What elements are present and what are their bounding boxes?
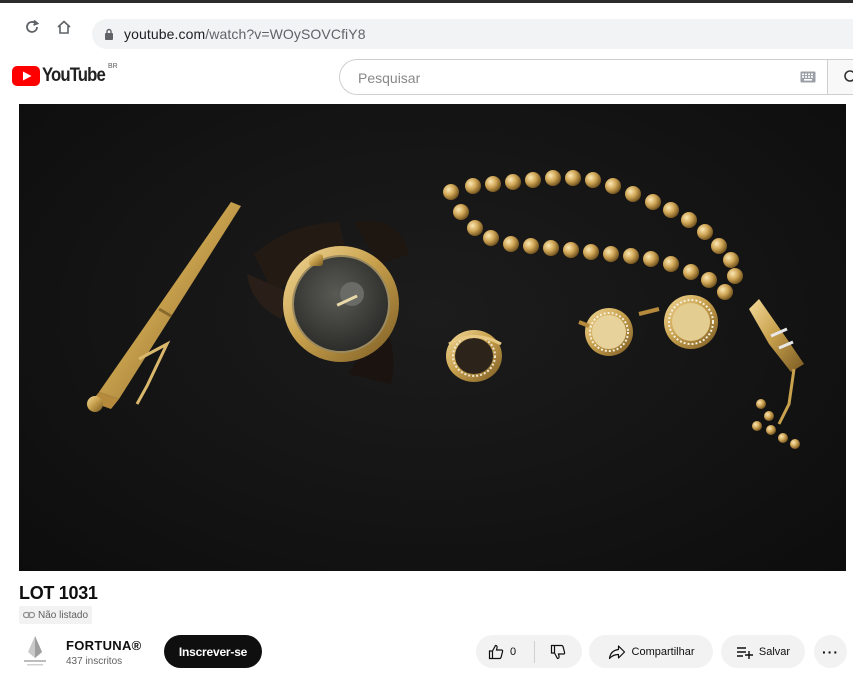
save-button[interactable]: Salvar bbox=[721, 635, 805, 668]
more-icon: ··· bbox=[822, 643, 839, 660]
browser-toolbar: youtube.com/watch?v=WOySOVCfiY8 bbox=[0, 3, 853, 51]
unlisted-badge: Não listado bbox=[19, 606, 93, 624]
video-title: LOT 1031 bbox=[19, 583, 98, 603]
save-icon bbox=[736, 646, 753, 659]
video-frame bbox=[87, 170, 804, 449]
like-dislike-group: 0 bbox=[476, 635, 582, 668]
share-button[interactable]: Compartilhar bbox=[589, 635, 713, 668]
keyboard-icon[interactable] bbox=[800, 71, 816, 83]
youtube-header: YouTube BR bbox=[0, 51, 853, 101]
like-count: 0 bbox=[510, 645, 517, 658]
address-bar[interactable]: youtube.com/watch?v=WOySOVCfiY8 bbox=[92, 19, 853, 49]
search-box bbox=[339, 59, 827, 96]
home-button[interactable] bbox=[54, 17, 74, 37]
share-icon bbox=[608, 644, 625, 659]
channel-name[interactable]: FORTUNA® bbox=[66, 638, 142, 653]
lock-icon bbox=[102, 27, 116, 41]
home-icon bbox=[57, 20, 71, 34]
search-input[interactable] bbox=[356, 60, 780, 96]
reload-icon bbox=[26, 19, 40, 33]
like-icon bbox=[488, 644, 504, 659]
share-label: Compartilhar bbox=[631, 645, 695, 658]
youtube-wordmark: YouTube bbox=[42, 65, 106, 86]
save-label: Salvar bbox=[758, 645, 791, 658]
prayer-beads bbox=[443, 170, 804, 449]
gold-ring bbox=[446, 330, 502, 382]
search-icon bbox=[844, 70, 853, 82]
search-button[interactable] bbox=[827, 59, 853, 95]
reload-button[interactable] bbox=[22, 17, 42, 37]
cufflinks bbox=[578, 295, 718, 356]
subscriber-count: 437 inscritos bbox=[66, 656, 123, 667]
dislike-button[interactable] bbox=[535, 635, 581, 668]
url-text: youtube.com/watch?v=WOySOVCfiY8 bbox=[124, 26, 366, 42]
url-path: /watch?v=WOySOVCfiY8 bbox=[205, 26, 366, 42]
video-player[interactable] bbox=[19, 104, 846, 571]
link-icon bbox=[23, 611, 35, 619]
country-code: BR bbox=[108, 63, 118, 70]
subscribe-button[interactable]: Inscrever-se bbox=[164, 635, 262, 668]
youtube-logo[interactable]: YouTube BR bbox=[12, 63, 118, 87]
gold-pen bbox=[87, 202, 241, 412]
youtube-play-icon bbox=[12, 66, 40, 86]
more-button[interactable]: ··· bbox=[814, 635, 847, 668]
dislike-icon bbox=[550, 644, 566, 659]
url-host: youtube.com bbox=[124, 26, 206, 42]
channel-avatar[interactable] bbox=[20, 634, 50, 668]
visibility-label: Não listado bbox=[38, 609, 89, 621]
like-button[interactable]: 0 bbox=[476, 635, 534, 668]
watch bbox=[247, 220, 409, 384]
